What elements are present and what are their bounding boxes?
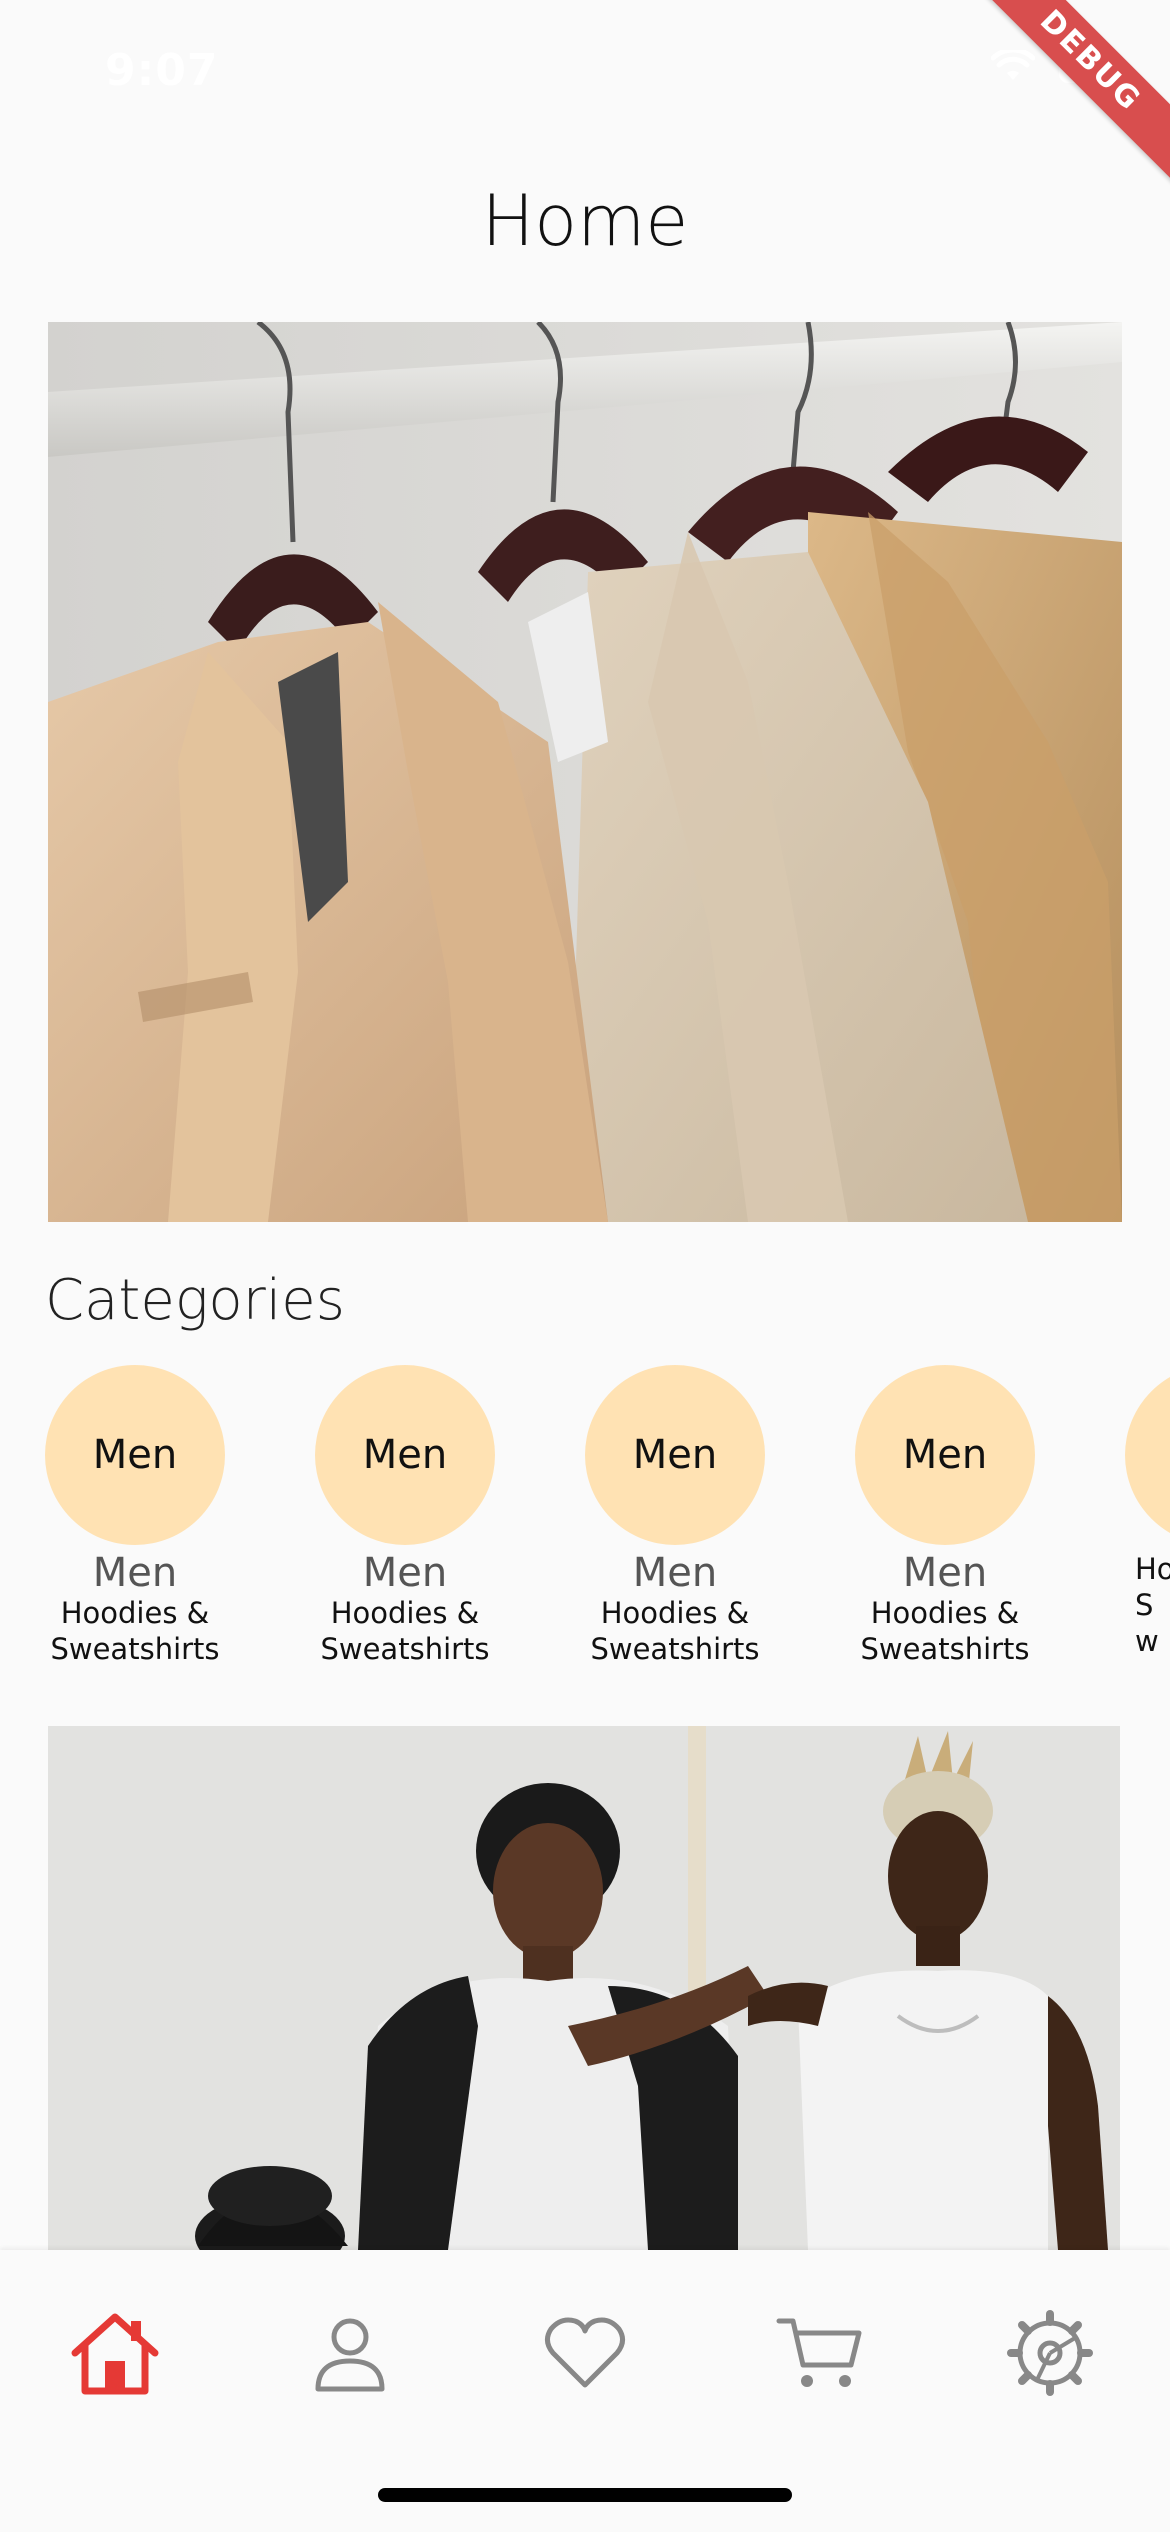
nav-settings-button[interactable] xyxy=(995,2300,1105,2410)
home-icon xyxy=(67,2309,163,2401)
category-item-partial[interactable]: Ho Sw xyxy=(1080,1365,1170,1659)
category-avatar[interactable]: Men xyxy=(855,1365,1035,1545)
category-item[interactable]: Men Men Hoodies & Sweatshirts xyxy=(540,1365,810,1667)
wifi-icon xyxy=(991,50,1035,84)
models-banner-image[interactable] xyxy=(48,1726,1120,2250)
cart-icon xyxy=(775,2313,865,2397)
category-subtitle: Hoodies & Sweatshirts xyxy=(50,1596,220,1666)
models-illustration xyxy=(48,1726,1120,2250)
home-indicator xyxy=(378,2488,792,2502)
category-avatar[interactable]: Men xyxy=(585,1365,765,1545)
category-avatar[interactable] xyxy=(1125,1365,1170,1545)
home-screen: 9:07 DEBUG Home Categories Men Men Hoodi… xyxy=(0,0,1170,2532)
page-title: Home xyxy=(481,180,689,262)
category-item[interactable]: Men Men Hoodies & Sweatshirts xyxy=(0,1365,270,1667)
category-subtitle: Hoodies & Sweatshirts xyxy=(590,1596,760,1666)
category-item[interactable]: Men Men Hoodies & Sweatshirts xyxy=(810,1365,1080,1667)
category-list[interactable]: Men Men Hoodies & Sweatshirts Men Men Ho… xyxy=(0,1365,1170,1685)
hero-banner-image[interactable] xyxy=(48,322,1122,1222)
status-bar: 9:07 DEBUG xyxy=(0,0,1170,186)
nav-cart-button[interactable] xyxy=(765,2300,875,2410)
heart-icon xyxy=(543,2315,627,2395)
category-subtitle: Ho Sw xyxy=(1135,1552,1170,1658)
debug-banner: DEBUG xyxy=(965,0,1170,186)
settings-icon xyxy=(1007,2310,1093,2400)
nav-home-button[interactable] xyxy=(60,2300,170,2410)
status-time: 9:07 xyxy=(105,45,219,96)
nav-profile-button[interactable] xyxy=(295,2300,405,2410)
category-item[interactable]: Men Men Hoodies & Sweatshirts xyxy=(270,1365,540,1667)
coats-illustration xyxy=(48,322,1122,1222)
category-avatar[interactable]: Men xyxy=(45,1365,225,1545)
categories-title: Categories xyxy=(45,1268,345,1333)
category-avatar[interactable]: Men xyxy=(315,1365,495,1545)
category-label: Men xyxy=(902,1550,988,1596)
nav-favorites-button[interactable] xyxy=(530,2300,640,2410)
category-subtitle: Hoodies & Sweatshirts xyxy=(320,1596,490,1666)
category-label: Men xyxy=(362,1550,448,1596)
person-icon xyxy=(310,2313,390,2397)
category-label: Men xyxy=(92,1550,178,1596)
category-label: Men xyxy=(632,1550,718,1596)
category-subtitle: Hoodies & Sweatshirts xyxy=(860,1596,1030,1666)
